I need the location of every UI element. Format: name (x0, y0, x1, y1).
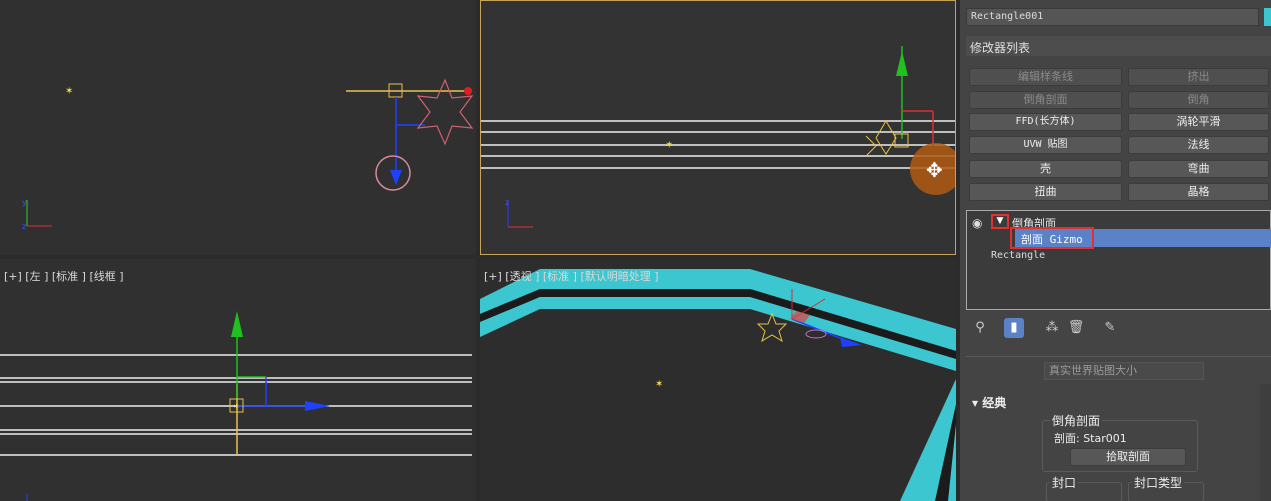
modifier-button-bevel-profile[interactable]: 倒角剖面 (969, 91, 1122, 109)
viewport-top-right-scene: ✶ ✥ z (481, 46, 955, 228)
modifier-button-bevel[interactable]: 倒角 (1128, 91, 1269, 109)
stack-subobject-label: 剖面 Gizmo (1021, 233, 1083, 246)
stack-toolbar: ⚲ ▮ ⁂ 🗑 ✎ (966, 318, 1271, 340)
svg-text:✶: ✶ (665, 140, 673, 151)
section-classic-header[interactable]: ▾ 经典 (972, 394, 1006, 411)
configure-modifier-sets-icon[interactable]: ✎ (1100, 318, 1120, 338)
section-classic-label: 经典 (982, 396, 1007, 410)
viewport-left[interactable]: [+] [左 ] [标准 ] [线框 ] ✶ (0, 259, 476, 501)
modifier-button-extrude[interactable]: 挤出 (1128, 68, 1269, 86)
modifier-button-lattice[interactable]: 晶格 (1128, 183, 1269, 201)
modifier-button-uvw-map[interactable]: UVW 贴图 (969, 136, 1122, 154)
viewport-perspective-scene: ✶ (480, 269, 956, 501)
object-name-field[interactable]: Rectangle001 (966, 8, 1259, 26)
svg-text:✶: ✶ (233, 402, 240, 411)
panel-divider (966, 356, 1271, 357)
modifier-stack[interactable]: ◉ ▼ 倒角剖面 剖面 Gizmo Rectangle (966, 210, 1271, 310)
viewport-label[interactable]: [+] [透视 ] [标准 ] [默认明暗处理 ] (484, 268, 659, 284)
svg-text:z: z (22, 222, 26, 231)
object-color-swatch[interactable] (1264, 8, 1271, 26)
remove-modifier-icon[interactable]: 🗑 (1066, 318, 1086, 338)
svg-text:✶: ✶ (655, 379, 663, 390)
panel-scrollbar[interactable] (1260, 384, 1271, 501)
modifier-button-turbosmooth[interactable]: 涡轮平滑 (1128, 113, 1269, 131)
collapse-arrow-icon: ▾ (972, 396, 983, 410)
modifier-button-shell[interactable]: 壳 (969, 160, 1122, 178)
viewport-left-scene: ✶ (0, 311, 472, 501)
viewport-top-left-scene: ✶ y z (22, 78, 474, 231)
svg-text:y: y (22, 198, 27, 207)
modifier-button-normal[interactable]: 法线 (1128, 136, 1269, 154)
real-world-map-size-checkbox[interactable]: 真实世界贴图大小 (1044, 362, 1204, 380)
svg-text:✶: ✶ (65, 86, 73, 97)
bevel-profile-group-title: 倒角剖面 (1050, 412, 1103, 429)
viewport-perspective[interactable]: ✶ [+] [透视 ] [标准 ] [默认明暗处理 ] (480, 259, 956, 501)
svg-text:z: z (505, 198, 509, 207)
command-panel: Rectangle001 修改器列表 编辑样条线 挤出 倒角剖面 倒角 FFD(… (960, 0, 1271, 501)
modifier-button-bend[interactable]: 弯曲 (1128, 160, 1269, 178)
make-unique-icon[interactable]: ⁂ (1042, 318, 1062, 338)
svg-text:✥: ✥ (926, 158, 943, 182)
eye-icon[interactable]: ◉ (972, 216, 982, 230)
cap-type-group-title: 封口类型 (1132, 474, 1185, 491)
cap-group-title: 封口 (1050, 474, 1079, 491)
modifier-button-edit-spline[interactable]: 编辑样条线 (969, 68, 1122, 86)
show-end-result-icon[interactable]: ▮ (1004, 318, 1024, 338)
modifier-button-twist[interactable]: 扭曲 (969, 183, 1122, 201)
pick-profile-button[interactable]: 拾取剖面 (1070, 448, 1186, 466)
modifier-list-dropdown[interactable]: 修改器列表 (966, 36, 1271, 56)
stack-base-object[interactable]: Rectangle (991, 250, 1045, 261)
pin-stack-icon[interactable]: ⚲ (970, 318, 990, 338)
profile-name-label: 剖面: Star001 (1054, 432, 1127, 445)
viewport-top-right[interactable]: ✶ ✥ z (480, 0, 956, 255)
modifier-button-ffd-box[interactable]: FFD(长方体) (969, 113, 1122, 131)
viewport-top-left[interactable]: ✶ y z (0, 0, 476, 255)
expand-arrow-icon[interactable]: ▼ (991, 214, 1009, 229)
